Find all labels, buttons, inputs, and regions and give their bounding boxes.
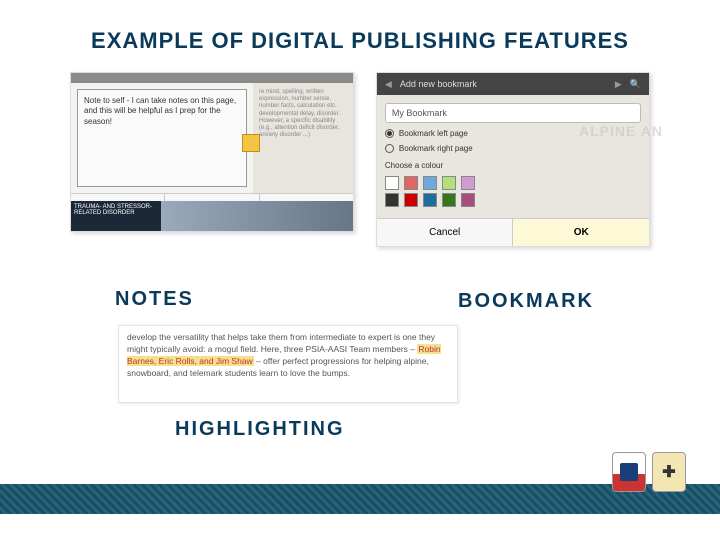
colour-swatch[interactable] — [442, 193, 456, 207]
colour-swatch[interactable] — [404, 193, 418, 207]
ok-button[interactable]: OK — [513, 219, 649, 246]
footer-logos — [612, 452, 686, 492]
prev-page-icon[interactable]: ◀ — [385, 79, 392, 90]
notes-label: NOTES — [115, 288, 194, 311]
colour-swatch[interactable] — [442, 176, 456, 190]
colour-swatch[interactable] — [423, 176, 437, 190]
note-text: Note to self - I can take notes on this … — [84, 96, 236, 126]
bookmark-label: BOOKMARK — [458, 290, 594, 313]
sticky-note-icon — [242, 134, 260, 152]
colour-swatch[interactable] — [385, 176, 399, 190]
colour-swatch[interactable] — [423, 193, 437, 207]
colour-swatch[interactable] — [461, 176, 475, 190]
psia-logo-icon — [612, 452, 646, 492]
page-text-behind: re mind, spelling, written expression, n… — [253, 83, 353, 193]
colour-swatch[interactable] — [461, 193, 475, 207]
bookmark-dialog-title: Add new bookmark — [400, 79, 477, 89]
bookmark-name-input[interactable]: My Bookmark — [385, 103, 641, 123]
next-page-icon[interactable]: ▶ — [615, 79, 622, 90]
colour-swatches — [385, 176, 641, 207]
highlight-text-pre: develop the versatility that helps take … — [127, 332, 435, 354]
search-icon[interactable]: 🔍 — [630, 79, 641, 90]
choose-colour-label: Choose a colour — [385, 161, 641, 170]
colour-swatch[interactable] — [385, 193, 399, 207]
bookmark-screenshot: ◀ Add new bookmark ▶ 🔍 ALPINE AN My Book… — [376, 72, 650, 247]
highlighting-screenshot: develop the versatility that helps take … — [118, 325, 458, 403]
highlighting-label: HIGHLIGHTING — [175, 418, 345, 441]
note-textarea[interactable]: Note to self - I can take notes on this … — [77, 89, 247, 187]
bookmark-left-radio[interactable]: Bookmark left page — [385, 129, 641, 138]
slide-title: EXAMPLE OF DIGITAL PUBLISHING FEATURES — [0, 0, 720, 72]
colour-swatch[interactable] — [404, 176, 418, 190]
cancel-button[interactable]: Cancel — [377, 219, 514, 246]
notes-screenshot: Note to self - I can take notes on this … — [70, 72, 354, 232]
aasi-logo-icon — [652, 452, 686, 492]
sidebar-heading: TRAUMA- AND STRESSOR-RELATED DISORDER — [71, 201, 161, 231]
page-image — [161, 201, 353, 231]
bookmark-right-radio[interactable]: Bookmark right page — [385, 144, 641, 153]
